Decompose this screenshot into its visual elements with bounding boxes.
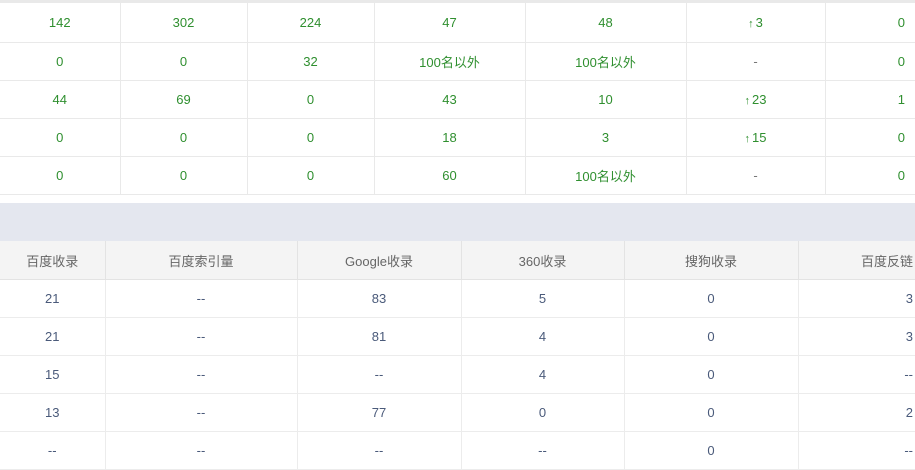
rank-change-value: - xyxy=(753,54,758,69)
cell-baidu-indexed: 13 xyxy=(0,393,106,432)
rank-cell-c5: 3 xyxy=(525,118,687,157)
cell-baidu-index-volume: -- xyxy=(105,317,298,356)
rank-cell-c4: 47 xyxy=(374,0,526,43)
rank-cell-c7: 0 xyxy=(825,0,915,43)
cell-baidu-backlinks: -- xyxy=(798,355,915,394)
rank-change-value: 15 xyxy=(752,130,767,145)
table-row: 21 -- 81 4 0 3 xyxy=(0,317,915,356)
table-row: 0 0 32 100名以外 100名以外 -0 xyxy=(0,42,915,81)
cell-baidu-backlinks: 2 xyxy=(798,393,915,432)
cell-sogou-indexed: 0 xyxy=(624,355,799,394)
rank-cell-c7: 0 xyxy=(825,42,915,81)
rank-cell-c4: 60 xyxy=(374,156,526,195)
cell-baidu-index-volume: -- xyxy=(105,393,298,432)
table-row: 13 -- 77 0 0 2 xyxy=(0,393,915,432)
cell-so360-indexed: -- xyxy=(461,431,625,470)
rank-change-value: 3 xyxy=(755,15,763,30)
rank-table-body: 142 302 224 47 48 ↑ 3 0 0 0 32 100名以外 100名以外 -0 44 69 0 4… xyxy=(0,0,915,195)
rank-cell-c1: 142 xyxy=(0,0,121,43)
rank-cell-c2: 69 xyxy=(120,80,248,119)
rank-cell-c2: 0 xyxy=(120,42,248,81)
cell-google-indexed: 81 xyxy=(297,317,462,356)
rank-cell-c7: 1 xyxy=(825,80,915,119)
rank-cell-c4: 18 xyxy=(374,118,526,157)
header-360-indexed[interactable]: 360收录 xyxy=(461,241,625,280)
header-baidu-backlinks[interactable]: 百度反链 xyxy=(798,241,915,280)
cell-google-indexed: 83 xyxy=(297,279,462,318)
table-row: 21 -- 83 5 0 3 xyxy=(0,279,915,318)
rank-change-cell: ↑ 15 xyxy=(686,118,826,157)
rank-change-cell: - xyxy=(686,156,826,195)
cell-baidu-backlinks: 3 xyxy=(798,279,915,318)
cell-sogou-indexed: 0 xyxy=(624,317,799,356)
index-table-header-row: 百度收录 百度索引量 Google收录 360收录 搜狗收录 百度反链 xyxy=(0,241,915,280)
rank-cell-c3: 0 xyxy=(247,156,375,195)
rank-change-value: - xyxy=(753,168,758,183)
cell-so360-indexed: 4 xyxy=(461,317,625,356)
cell-sogou-indexed: 0 xyxy=(624,279,799,318)
rank-cell-c5: 10 xyxy=(525,80,687,119)
cell-baidu-index-volume: -- xyxy=(105,279,298,318)
cell-google-indexed: -- xyxy=(297,431,462,470)
keyword-rank-table: 142 302 224 47 48 ↑ 3 0 0 0 32 100名以外 100名以外 -0 44 69 0 4… xyxy=(0,0,915,195)
rank-cell-c1: 0 xyxy=(0,156,121,195)
header-baidu-indexed[interactable]: 百度收录 xyxy=(0,241,106,280)
rank-cell-c3: 32 xyxy=(247,42,375,81)
rank-cell-c4: 100名以外 xyxy=(374,42,526,81)
cell-baidu-index-volume: -- xyxy=(105,355,298,394)
cell-baidu-index-volume: -- xyxy=(105,431,298,470)
rank-cell-c5: 100名以外 xyxy=(525,42,687,81)
cell-baidu-indexed: 15 xyxy=(0,355,106,394)
cell-baidu-indexed: 21 xyxy=(0,317,106,356)
header-google-indexed[interactable]: Google收录 xyxy=(297,241,462,280)
cell-so360-indexed: 4 xyxy=(461,355,625,394)
rank-cell-c3: 0 xyxy=(247,118,375,157)
up-arrow-icon: ↑ xyxy=(748,18,754,30)
rank-cell-c2: 302 xyxy=(120,0,248,43)
section-separator xyxy=(0,203,915,242)
table-row: 15 -- -- 4 0 -- xyxy=(0,355,915,394)
rank-cell-c1: 0 xyxy=(0,118,121,157)
cell-baidu-backlinks: -- xyxy=(798,431,915,470)
cell-google-indexed: -- xyxy=(297,355,462,394)
header-baidu-index-volume[interactable]: 百度索引量 xyxy=(105,241,298,280)
table-row: -- -- -- -- 0 -- xyxy=(0,431,915,470)
cell-baidu-backlinks: 3 xyxy=(798,317,915,356)
rank-change-cell: - xyxy=(686,42,826,81)
cell-google-indexed: 77 xyxy=(297,393,462,432)
table-row: 142 302 224 47 48 ↑ 3 0 xyxy=(0,0,915,43)
rank-cell-c1: 44 xyxy=(0,80,121,119)
cell-baidu-indexed: 21 xyxy=(0,279,106,318)
rank-cell-c7: 0 xyxy=(825,118,915,157)
up-arrow-icon: ↑ xyxy=(744,95,751,107)
rank-cell-c5: 100名以外 xyxy=(525,156,687,195)
rank-cell-c2: 0 xyxy=(120,156,248,195)
cell-sogou-indexed: 0 xyxy=(624,393,799,432)
rank-cell-c3: 0 xyxy=(247,80,375,119)
cell-so360-indexed: 0 xyxy=(461,393,625,432)
rank-cell-c2: 0 xyxy=(120,118,248,157)
header-sogou-indexed[interactable]: 搜狗收录 xyxy=(624,241,799,280)
rank-cell-c7: 0 xyxy=(825,156,915,195)
index-table-body: 21 -- 83 5 0 3 21 -- 81 4 0 3 15 -- -- 4 0 -- 13 -- 77 0 0 2 -- -… xyxy=(0,279,915,470)
table-row: 0 0 0 18 3 ↑ 15 0 xyxy=(0,118,915,157)
rank-change-cell: ↑ 3 xyxy=(686,0,826,43)
rank-cell-c1: 0 xyxy=(0,42,121,81)
cell-so360-indexed: 5 xyxy=(461,279,625,318)
rank-cell-c4: 43 xyxy=(374,80,526,119)
cell-baidu-indexed: -- xyxy=(0,431,106,470)
table-row: 44 69 0 43 10 ↑ 23 1 xyxy=(0,80,915,119)
rank-change-value: 23 xyxy=(752,92,767,107)
index-stats-table: 百度收录 百度索引量 Google收录 360收录 搜狗收录 百度反链 21 --… xyxy=(0,241,915,470)
rank-cell-c5: 48 xyxy=(525,0,687,43)
up-arrow-icon: ↑ xyxy=(744,133,751,145)
table-row: 0 0 0 60 100名以外 -0 xyxy=(0,156,915,195)
cell-sogou-indexed: 0 xyxy=(624,431,799,470)
rank-cell-c3: 224 xyxy=(247,0,375,43)
rank-change-cell: ↑ 23 xyxy=(686,80,826,119)
